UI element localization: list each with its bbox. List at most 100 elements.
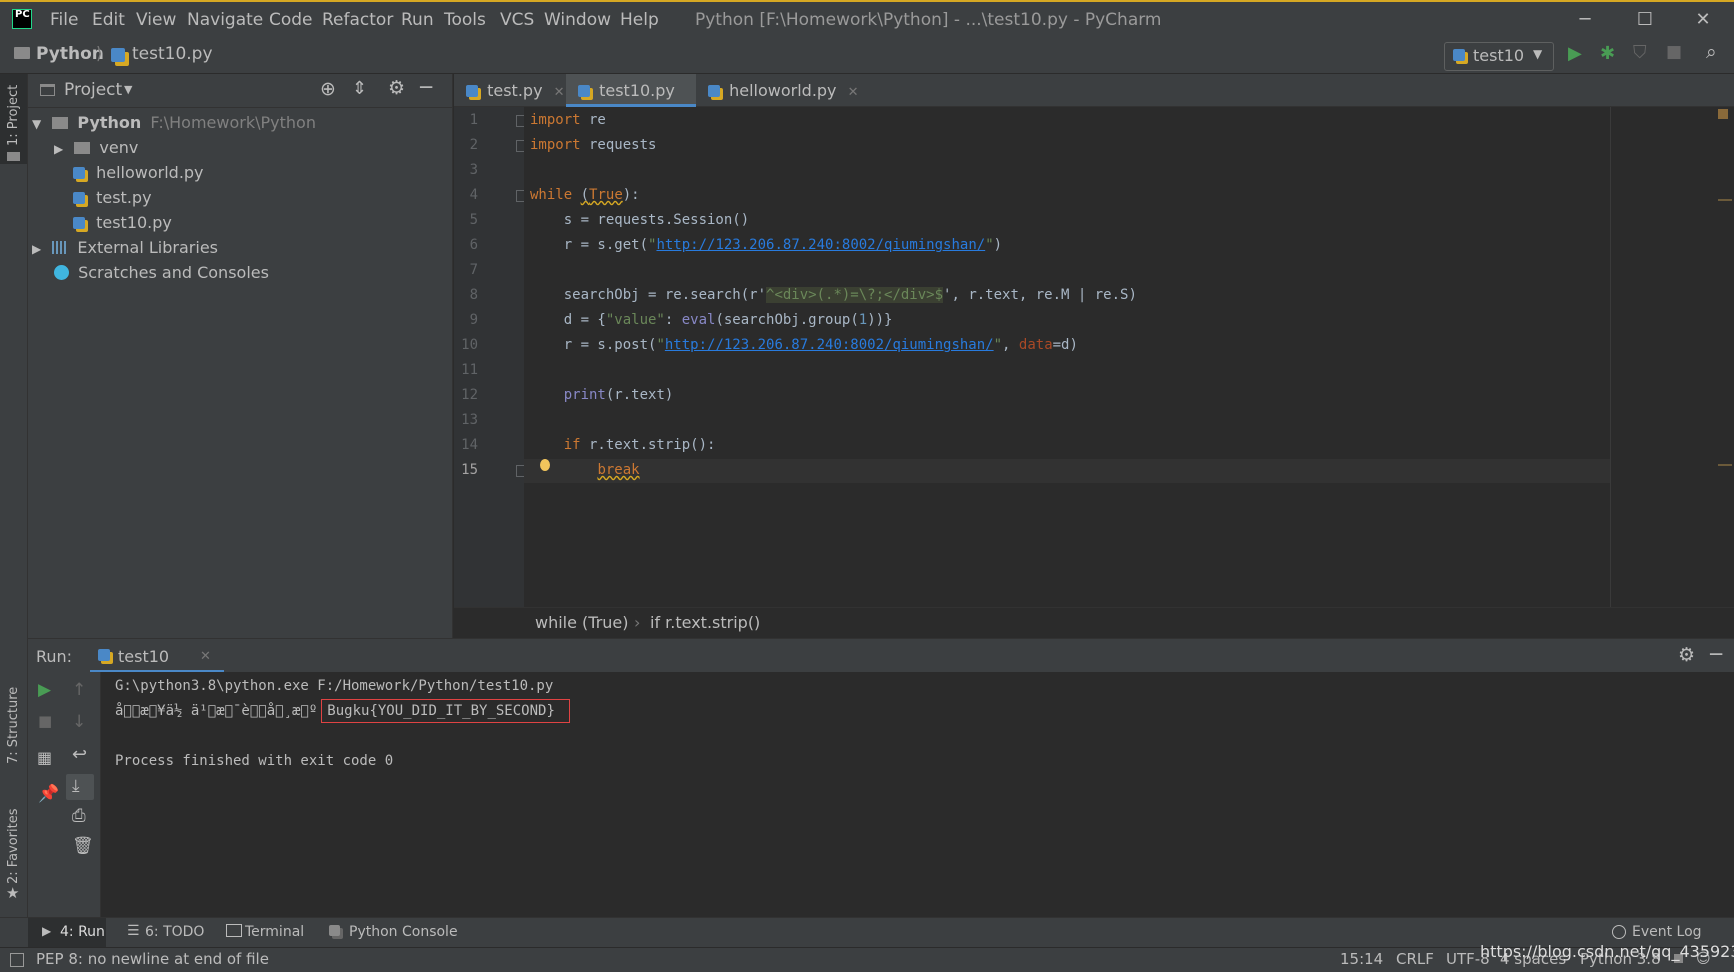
up-arrow-icon[interactable]: ↑ bbox=[72, 680, 86, 700]
tab-python-console[interactable]: Python Console bbox=[349, 924, 458, 940]
coverage-icon[interactable]: ⛉ bbox=[1633, 42, 1647, 63]
down-arrow-icon[interactable]: ↓ bbox=[72, 712, 86, 732]
url-link[interactable]: http://123.206.87.240:8002/qiumingshan/ bbox=[665, 337, 994, 353]
token: ): bbox=[622, 187, 640, 203]
tree-row-test[interactable]: test.py bbox=[73, 185, 152, 210]
tab-test10[interactable]: test10.py ✕ bbox=[566, 74, 696, 133]
url-link[interactable]: http://123.206.87.240:8002/qiumingshan/ bbox=[656, 237, 985, 253]
breadcrumb-project[interactable]: Python bbox=[36, 44, 104, 64]
garbled-output: å  æ ¥ä½ ä¹ æ ¯è  å ¸æ º bbox=[115, 703, 318, 719]
lightbulb-icon[interactable] bbox=[540, 459, 550, 471]
menu-refactor[interactable]: Refactor bbox=[322, 10, 393, 30]
close-icon[interactable]: ✕ bbox=[554, 85, 565, 100]
soft-wrap-icon[interactable]: ↩ bbox=[72, 744, 87, 765]
error-stripe-marker[interactable] bbox=[1718, 199, 1732, 201]
tab-test[interactable]: test.py ✕ bbox=[454, 74, 578, 107]
list-icon: ☰ bbox=[127, 923, 140, 939]
token: r.text.strip(): bbox=[580, 437, 716, 453]
token: r = s.get( bbox=[530, 237, 649, 253]
stop-icon[interactable]: ■ bbox=[1666, 42, 1682, 62]
menu-run[interactable]: Run bbox=[401, 10, 434, 30]
folder-icon bbox=[74, 142, 91, 154]
line-separator[interactable]: CRLF bbox=[1396, 950, 1434, 968]
menu-tools[interactable]: Tools bbox=[444, 10, 486, 30]
run-tab-test10[interactable]: test10 ✕ bbox=[90, 639, 224, 673]
line-number: 8 bbox=[469, 287, 478, 303]
python-file-icon bbox=[73, 217, 85, 229]
project-tool-window-tab[interactable]: 1: Project bbox=[0, 74, 27, 164]
line-number: 3 bbox=[469, 162, 478, 178]
breadcrumb-while[interactable]: while (True) bbox=[535, 613, 629, 632]
tab-helloworld[interactable]: helloworld.py ✕ bbox=[696, 74, 868, 107]
hide-icon[interactable]: ─ bbox=[1710, 642, 1722, 666]
code-line-4: while (True): bbox=[530, 187, 640, 203]
menu-window[interactable]: Window bbox=[544, 10, 611, 30]
trash-icon[interactable]: 🗑 bbox=[72, 836, 94, 856]
chevron-down-icon[interactable]: ▼ bbox=[124, 83, 132, 96]
folder-icon bbox=[52, 117, 69, 129]
tree-row-external-libraries[interactable]: ▶ External Libraries bbox=[32, 235, 218, 260]
gear-icon[interactable]: ⚙ bbox=[388, 77, 405, 99]
project-panel-header: Project ▼ ⊕ ⇕ ⚙ ─ bbox=[28, 74, 452, 108]
debug-icon[interactable]: ✱ bbox=[1600, 43, 1615, 64]
project-view-selector[interactable]: Project bbox=[64, 80, 122, 100]
close-icon[interactable]: ✕ bbox=[200, 649, 211, 664]
hide-icon[interactable]: ─ bbox=[420, 75, 432, 99]
warning-stripe-marker[interactable] bbox=[1718, 109, 1728, 119]
search-icon[interactable]: ⌕ bbox=[1706, 41, 1717, 63]
breadcrumb-separator-icon: ⟩ bbox=[96, 44, 103, 64]
number: 1 bbox=[858, 312, 868, 328]
line-number: 10 bbox=[461, 337, 478, 353]
tree-row-venv[interactable]: ▶ venv bbox=[54, 135, 138, 160]
gear-icon[interactable]: ⚙ bbox=[1678, 644, 1695, 666]
breadcrumb-file[interactable]: test10.py bbox=[132, 44, 213, 64]
tab-event-log[interactable]: Event Log bbox=[1632, 924, 1702, 940]
tree-row-helloworld[interactable]: helloworld.py bbox=[73, 160, 204, 185]
menu-edit[interactable]: Edit bbox=[92, 10, 125, 30]
menu-vcs[interactable]: VCS bbox=[500, 10, 534, 30]
project-view-icon bbox=[40, 84, 55, 96]
menu-code[interactable]: Code bbox=[269, 10, 313, 30]
tree-row-root[interactable]: ▼ Python F:\Homework\Python bbox=[32, 110, 316, 135]
collapse-all-icon[interactable]: ⇕ bbox=[352, 78, 367, 99]
locate-icon[interactable]: ⊕ bbox=[320, 78, 336, 100]
menu-file[interactable]: File bbox=[50, 10, 78, 30]
token: (searchObj.group( bbox=[715, 312, 859, 328]
tab-run[interactable]: ▶ 4: Run bbox=[28, 918, 106, 947]
status-toggle-icon[interactable] bbox=[10, 953, 24, 967]
terminal-icon bbox=[226, 924, 242, 937]
rerun-icon[interactable]: ▶ bbox=[38, 680, 51, 700]
print-icon[interactable]: ⎙ bbox=[72, 806, 86, 826]
tree-row-test10[interactable]: test10.py bbox=[73, 210, 172, 235]
structure-tab-label[interactable]: 7: Structure bbox=[6, 687, 21, 764]
favorites-tab-label[interactable]: 2: Favorites bbox=[6, 808, 21, 884]
breadcrumb-if[interactable]: if r.text.strip() bbox=[650, 613, 760, 632]
keyword: if bbox=[563, 437, 581, 453]
token: =d) bbox=[1052, 337, 1078, 353]
token: ))} bbox=[867, 312, 893, 328]
expanded-arrow-icon: ▼ bbox=[32, 117, 42, 131]
close-window-button[interactable]: ✕ bbox=[1678, 6, 1728, 34]
restore-layout-icon[interactable]: ▦ bbox=[37, 748, 52, 767]
tab-todo[interactable]: 6: TODO bbox=[145, 924, 204, 940]
menu-help[interactable]: Help bbox=[620, 10, 659, 30]
tree-row-scratches[interactable]: Scratches and Consoles bbox=[54, 260, 269, 285]
code-editor[interactable]: import re import requests while (True): … bbox=[524, 107, 1734, 607]
code-line-9: d = {"value": eval(searchObj.group(1))} bbox=[530, 312, 893, 328]
scroll-to-end-toggle[interactable]: ⤓ bbox=[66, 774, 94, 800]
menu-navigate[interactable]: Navigate bbox=[187, 10, 263, 30]
caret-position[interactable]: 15:14 bbox=[1340, 950, 1383, 968]
pin-icon[interactable]: 📌 bbox=[38, 784, 59, 804]
maximize-button[interactable]: ☐ bbox=[1620, 6, 1670, 34]
close-icon[interactable]: ✕ bbox=[848, 85, 859, 100]
menu-view[interactable]: View bbox=[136, 10, 176, 30]
stop-icon[interactable]: ■ bbox=[38, 712, 52, 730]
run-console[interactable]: G:\python3.8\python.exe F:/Homework/Pyth… bbox=[101, 672, 1734, 917]
error-stripe-marker[interactable] bbox=[1718, 464, 1732, 466]
code-line-10: r = s.post("http://123.206.87.240:8002/q… bbox=[530, 337, 1078, 353]
minimize-button[interactable]: ─ bbox=[1560, 6, 1610, 34]
run-icon[interactable]: ▶ bbox=[1568, 43, 1582, 64]
tab-terminal[interactable]: Terminal bbox=[245, 924, 304, 940]
run-config-selector[interactable]: test10 ▼ bbox=[1444, 42, 1554, 71]
